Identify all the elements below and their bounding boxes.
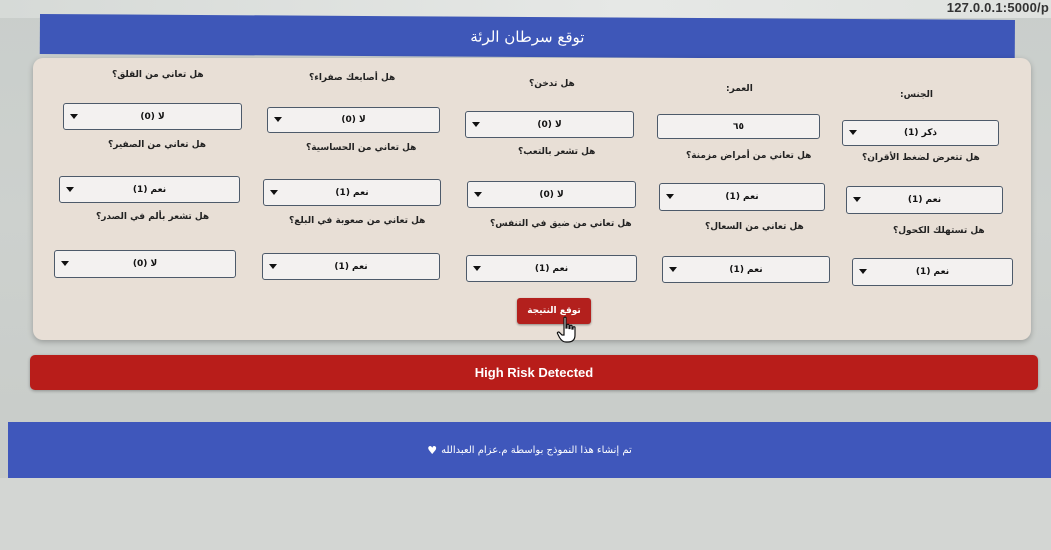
select-shortness-of-breath[interactable]: نعم (1): [466, 255, 637, 282]
select-smoking[interactable]: لا (0): [465, 111, 634, 138]
select-value: ذكر (1): [903, 128, 938, 138]
label-age: العمر:: [726, 84, 753, 94]
chevron-down-icon: [270, 189, 278, 195]
select-value: نعم (1): [335, 187, 369, 198]
label-allergy: هل تعاني من الحساسية؟: [306, 143, 417, 153]
result-banner: High Risk Detected: [30, 355, 1038, 390]
select-chest-pain[interactable]: لا (0): [54, 250, 236, 278]
select-value: نعم (1): [729, 264, 763, 275]
select-value: نعم (1): [334, 261, 368, 272]
input-value: ٦٥: [733, 121, 744, 132]
hand-cursor-icon: [556, 316, 576, 343]
label-smoking: هل تدخن؟: [529, 79, 575, 89]
label-peer-pressure: هل تتعرض لضغط الأقران؟: [862, 153, 980, 163]
label-shortness-of-breath: هل تعاني من ضيق في التنفس؟: [490, 219, 632, 229]
label-gender: الجنس:: [900, 90, 933, 100]
select-value: لا (0): [140, 111, 165, 122]
select-alcohol[interactable]: نعم (1): [852, 258, 1013, 286]
footer: تم إنشاء هذا النموذج بواسطة م.عزام العبد…: [8, 422, 1051, 478]
select-value: لا (0): [537, 119, 562, 130]
chevron-down-icon: [269, 263, 277, 269]
page-header: توقع سرطان الرئة: [39, 14, 1015, 60]
select-peer-pressure[interactable]: نعم (1): [846, 186, 1003, 214]
label-coughing: هل تعاني من السعال؟: [705, 222, 804, 232]
chevron-down-icon: [472, 121, 480, 127]
label-yellow-fingers: هل أصابعك صفراء؟: [309, 73, 396, 83]
select-swallowing-difficulty[interactable]: نعم (1): [262, 253, 440, 280]
select-chronic-disease[interactable]: نعم (1): [659, 183, 825, 211]
page-title: توقع سرطان الرئة: [470, 27, 585, 47]
chevron-down-icon: [849, 130, 857, 135]
select-value: لا (0): [539, 189, 564, 200]
chevron-down-icon: [66, 186, 74, 192]
select-value: نعم (1): [915, 267, 950, 277]
footer-credit: تم إنشاء هذا النموذج بواسطة م.عزام العبد…: [427, 444, 632, 457]
select-yellow-fingers[interactable]: لا (0): [267, 107, 440, 133]
chevron-down-icon: [473, 265, 481, 271]
chevron-down-icon: [474, 191, 482, 197]
select-coughing[interactable]: نعم (1): [662, 256, 830, 283]
select-value: لا (0): [341, 115, 366, 125]
label-alcohol: هل تستهلك الكحول؟: [893, 226, 985, 236]
select-value: نعم (1): [132, 184, 167, 195]
select-anxiety[interactable]: لا (0): [63, 103, 242, 130]
label-wheezing: هل تعاني من الصفير؟: [108, 140, 206, 150]
label-chronic-disease: هل تعاني من أمراض مزمنة؟: [686, 151, 812, 161]
select-wheezing[interactable]: نعم (1): [59, 176, 240, 203]
chevron-down-icon: [61, 261, 69, 266]
select-fatigue[interactable]: لا (0): [467, 181, 636, 208]
select-value: لا (0): [132, 259, 158, 269]
select-value: نعم (1): [534, 263, 569, 274]
chevron-down-icon: [274, 117, 282, 122]
select-gender[interactable]: ذكر (1): [842, 120, 999, 146]
footer-text: تم إنشاء هذا النموذج بواسطة م.عزام العبد…: [441, 444, 632, 456]
chevron-down-icon: [853, 197, 861, 202]
chevron-down-icon: [666, 194, 674, 199]
chevron-down-icon: [859, 269, 867, 274]
select-allergy[interactable]: نعم (1): [263, 179, 441, 206]
label-anxiety: هل تعاني من القلق؟: [112, 70, 204, 80]
label-fatigue: هل تشعر بالتعب؟: [518, 147, 596, 157]
label-chest-pain: هل تشعر بألم في الصدر؟: [96, 212, 210, 222]
page-bottom: [0, 478, 1051, 550]
label-swallowing-difficulty: هل تعاني من صعوبة في البلع؟: [289, 216, 426, 226]
url-text[interactable]: 127.0.0.1:5000/p: [947, 0, 1049, 15]
input-age[interactable]: ٦٥: [657, 114, 820, 139]
chevron-down-icon: [70, 113, 78, 119]
chevron-down-icon: [669, 266, 677, 272]
select-value: نعم (1): [725, 192, 759, 202]
screen: 127.0.0.1:5000/p توقع سرطان الرئة الجنس:…: [0, 0, 1051, 550]
select-value: نعم (1): [907, 195, 942, 205]
result-text: High Risk Detected: [474, 365, 594, 380]
predict-button[interactable]: توقع النتيجة: [517, 298, 591, 324]
heart-icon: ♥: [427, 443, 438, 457]
